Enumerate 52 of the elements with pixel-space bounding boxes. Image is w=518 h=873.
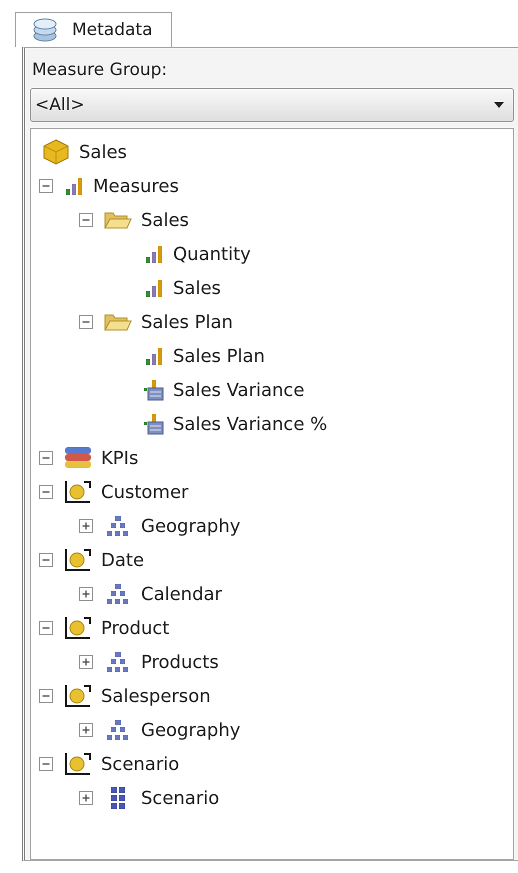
bar-chart-icon [143,277,165,299]
tree-item[interactable]: Salesperson [101,686,211,706]
collapse-icon[interactable] [39,689,53,703]
collapse-icon[interactable] [39,451,53,465]
calculator-icon [143,378,165,402]
tree-item[interactable]: Sales [79,142,127,162]
collapse-icon[interactable] [39,621,53,635]
measure-group-label: Measure Group: [31,59,168,82]
tree-item[interactable]: Products [141,652,219,672]
collapse-icon[interactable] [79,315,93,329]
tree-item[interactable]: Measures [93,176,179,196]
tree-item[interactable]: KPIs [101,448,138,468]
bar-chart-icon [143,345,165,367]
dimension-icon [63,615,93,641]
cube-icon [41,138,71,166]
collapse-icon[interactable] [79,213,93,227]
dimension-icon [63,547,93,573]
collapse-icon[interactable] [39,553,53,567]
stacked-layers-icon [63,445,93,471]
collapse-icon[interactable] [39,757,53,771]
tree-item[interactable]: Sales [141,210,189,230]
expand-icon[interactable] [79,587,93,601]
expand-icon[interactable] [79,655,93,669]
dimension-icon [63,683,93,709]
database-icon [32,18,58,42]
tree-item[interactable]: Product [101,618,170,638]
metadata-tab[interactable]: Metadata [15,12,172,47]
tree-item[interactable]: Date [101,550,144,570]
bar-chart-icon [143,243,165,265]
collapse-icon[interactable] [39,485,53,499]
tree-item[interactable]: Sales Variance [173,380,304,400]
dimension-icon [63,751,93,777]
tree-item[interactable]: Customer [101,482,188,502]
bar-chart-icon [63,175,85,197]
collapse-icon[interactable] [39,179,53,193]
tree-item[interactable]: Quantity [173,244,251,264]
dimension-icon [63,479,93,505]
expand-icon[interactable] [79,723,93,737]
tree-item[interactable]: Geography [141,516,240,536]
tree-item[interactable]: Geography [141,720,240,740]
dropdown-arrow-icon [493,101,505,109]
tree-item[interactable]: Scenario [141,788,220,808]
tree-item[interactable]: Sales Plan [141,312,233,332]
tree-item[interactable]: Scenario [101,754,180,774]
tree-item[interactable]: Sales Plan [173,346,265,366]
measure-group-dropdown[interactable]: <All> [30,88,514,122]
expand-icon[interactable] [79,791,93,805]
tree-item[interactable]: Calendar [141,584,222,604]
expand-icon[interactable] [79,519,93,533]
tree-item[interactable]: Sales Variance % [173,414,328,434]
tree-item[interactable]: Sales [173,278,221,298]
calculator-icon [143,412,165,436]
